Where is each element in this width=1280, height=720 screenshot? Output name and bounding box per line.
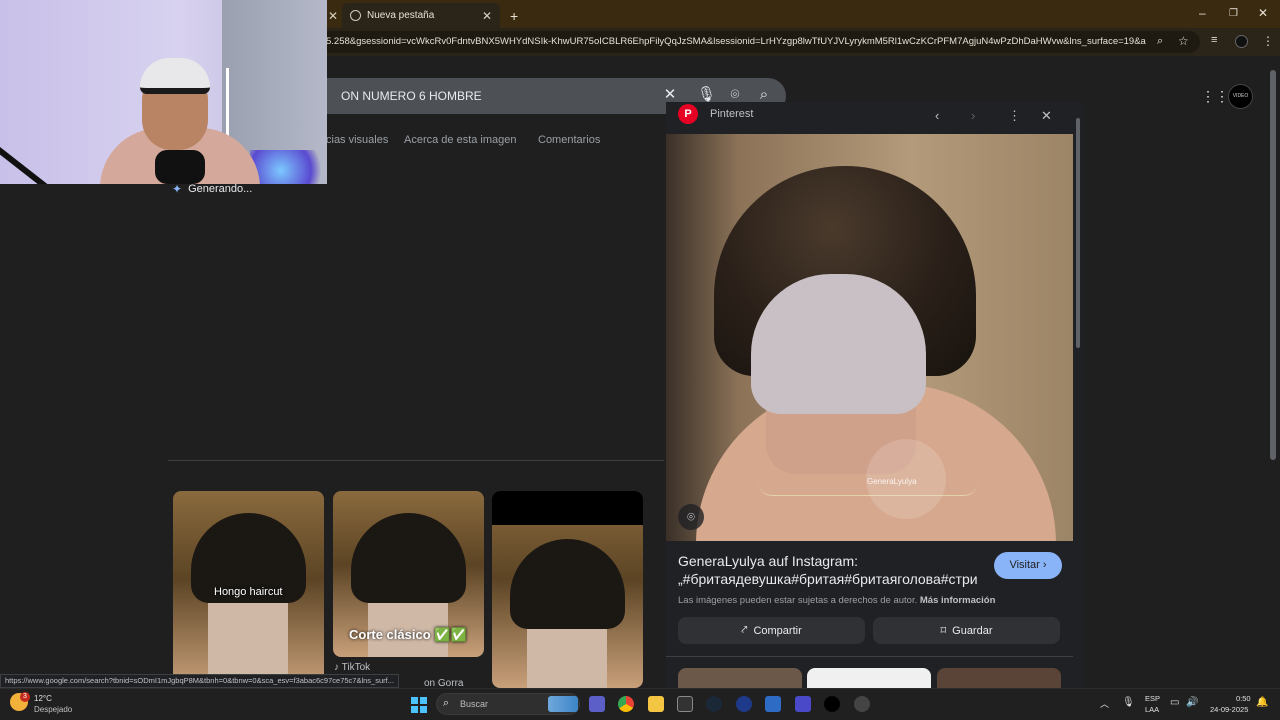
search-icon: ⌕ xyxy=(443,697,450,709)
result-thumb[interactable]: Hongo haircut xyxy=(173,491,324,688)
more-info-link[interactable]: Más información xyxy=(920,595,996,606)
chevron-right-icon[interactable]: › xyxy=(971,108,975,123)
minimize-icon[interactable]: – xyxy=(1199,6,1206,20)
clock-date[interactable]: 24-09-2025 xyxy=(1210,705,1248,714)
image-nape xyxy=(751,274,926,414)
visit-label: Visitar xyxy=(1009,559,1040,571)
reading-list-icon[interactable]: ≡ xyxy=(1211,34,1217,46)
zoom-icon[interactable]: ⌕ xyxy=(1157,35,1163,48)
panel-scroll-thumb[interactable] xyxy=(1076,118,1080,348)
restore-icon[interactable]: ❐ xyxy=(1229,8,1238,19)
save-button[interactable]: ⌑ Guardar xyxy=(873,617,1060,644)
thumb-black-bar xyxy=(492,491,643,525)
terminal-icon[interactable] xyxy=(677,696,693,712)
notification-badge: 3 xyxy=(20,692,30,702)
app-c-icon[interactable] xyxy=(736,696,752,712)
bookmark-icon: ⌑ xyxy=(940,625,947,637)
panel-divider xyxy=(666,656,1073,657)
status-bar-url: https://www.google.com/search?tbnid=sODm… xyxy=(0,674,399,688)
visit-button[interactable]: Visitar › xyxy=(994,552,1062,579)
obs-icon[interactable] xyxy=(854,696,870,712)
tab-about-image[interactable]: Acerca de esta imagen xyxy=(404,134,517,146)
share-button[interactable]: ⤤ Compartir xyxy=(678,617,865,644)
tab-title: Nueva pestaña xyxy=(367,10,435,21)
globe-icon xyxy=(350,10,361,21)
menu-kebab-icon[interactable]: ⋮ xyxy=(1262,34,1274,48)
tab-new-tab[interactable]: Nueva pestaña ✕ xyxy=(342,3,500,28)
share-label: Compartir xyxy=(753,624,802,637)
image-watermark: GeneraLyulya xyxy=(867,477,917,486)
taskbar xyxy=(0,688,1280,720)
steam-icon[interactable] xyxy=(706,696,722,712)
avatar[interactable]: VIDEO xyxy=(1228,84,1253,109)
webcam-overlay xyxy=(0,0,327,184)
result-thumb[interactable]: Corte clásico ✅✅ xyxy=(333,491,484,657)
thumb-label: Corte clásico ✅✅ xyxy=(349,627,467,642)
more-options-icon[interactable]: ⋮ xyxy=(1008,108,1021,124)
share-icon: ⤤ xyxy=(741,624,748,636)
tiktok-app-icon[interactable] xyxy=(824,696,840,712)
bookmark-star-icon[interactable]: ☆ xyxy=(1178,34,1189,48)
close-icon[interactable]: ✕ xyxy=(482,9,492,23)
page-scrollbar[interactable] xyxy=(1270,70,1276,460)
sparkle-icon: ✦ xyxy=(172,182,183,196)
windows-start-icon[interactable] xyxy=(411,697,427,713)
profile-icon[interactable] xyxy=(1235,35,1248,48)
close-panel-icon[interactable]: ✕ xyxy=(1041,108,1052,124)
app-purple-icon[interactable] xyxy=(795,696,811,712)
generating-status: ✦ Generando... xyxy=(172,182,252,196)
clock-time[interactable]: 0:50 xyxy=(1236,694,1251,703)
related-image[interactable] xyxy=(807,668,931,688)
chevron-left-icon[interactable]: ‹ xyxy=(935,108,939,123)
related-image[interactable] xyxy=(678,668,802,688)
save-label: Guardar xyxy=(952,624,993,637)
new-tab-button[interactable]: + xyxy=(502,3,522,28)
panel-source[interactable]: P Pinterest xyxy=(678,104,753,124)
keyboard-layout[interactable]: LAA xyxy=(1145,705,1159,714)
result-title-line2[interactable]: „#бритаядевушка#бритая#бритаяголова#стри… xyxy=(678,571,978,587)
pinterest-icon: P xyxy=(678,104,698,124)
security-app-icon[interactable] xyxy=(765,696,781,712)
generating-text: Generando... xyxy=(188,183,253,195)
taskbar-search-input[interactable]: Buscar xyxy=(460,699,488,709)
url-text[interactable]: 5.258&gsessionid=vcWkcRv0FdntvBNX5WHYdNS… xyxy=(326,36,1146,47)
lens-search-icon[interactable]: ⌾ xyxy=(678,504,704,530)
language-code[interactable]: ESP xyxy=(1145,694,1160,703)
panel-source-name: Pinterest xyxy=(710,108,754,120)
close-window-icon[interactable]: ✕ xyxy=(1258,6,1268,20)
webcam-led-glow xyxy=(250,150,327,184)
close-icon[interactable]: ✕ xyxy=(328,9,338,23)
temperature: 12°C xyxy=(34,694,52,703)
copyright-notice: Las imágenes pueden estar sujetas a dere… xyxy=(678,595,995,606)
search-highlight-icon xyxy=(548,696,578,712)
file-explorer-icon[interactable] xyxy=(648,696,664,712)
mic-tray-icon[interactable]: 🎙 xyxy=(1122,697,1135,708)
weather-condition: Despejado xyxy=(34,705,73,714)
webcam-person-cap xyxy=(140,58,210,94)
result-thumb[interactable] xyxy=(492,491,643,688)
search-input[interactable]: ON NUMERO 6 HOMBRE xyxy=(341,89,482,103)
thumb-label: Hongo haircut xyxy=(214,586,283,598)
tab-comments[interactable]: Comentarios xyxy=(538,134,600,146)
notification-bell-icon[interactable]: 🔔 xyxy=(1256,697,1268,708)
network-icon[interactable]: ▭ xyxy=(1170,697,1179,708)
volume-icon[interactable]: 🔊 xyxy=(1186,697,1198,708)
tiktok-source[interactable]: ♪ TikTok xyxy=(334,662,370,673)
divider xyxy=(168,460,664,461)
chrome-icon[interactable] xyxy=(618,696,634,712)
result-title-line1[interactable]: GeneraLyulya auf Instagram: xyxy=(678,553,858,569)
tiktok-icon: ♪ xyxy=(334,662,342,673)
rights-text: Las imágenes pueden estar sujetas a dere… xyxy=(678,595,918,606)
related-image[interactable] xyxy=(937,668,1061,688)
plus-icon[interactable]: + xyxy=(510,8,518,24)
webcam-microphone xyxy=(155,150,205,184)
chevron-up-icon[interactable]: ︿ xyxy=(1100,697,1109,710)
tab-visual-matches[interactable]: cias visuales xyxy=(326,134,388,146)
copilot-icon[interactable] xyxy=(589,696,605,712)
webcam-mic-arm xyxy=(0,140,79,184)
tiktok-label: TikTok xyxy=(341,662,371,673)
